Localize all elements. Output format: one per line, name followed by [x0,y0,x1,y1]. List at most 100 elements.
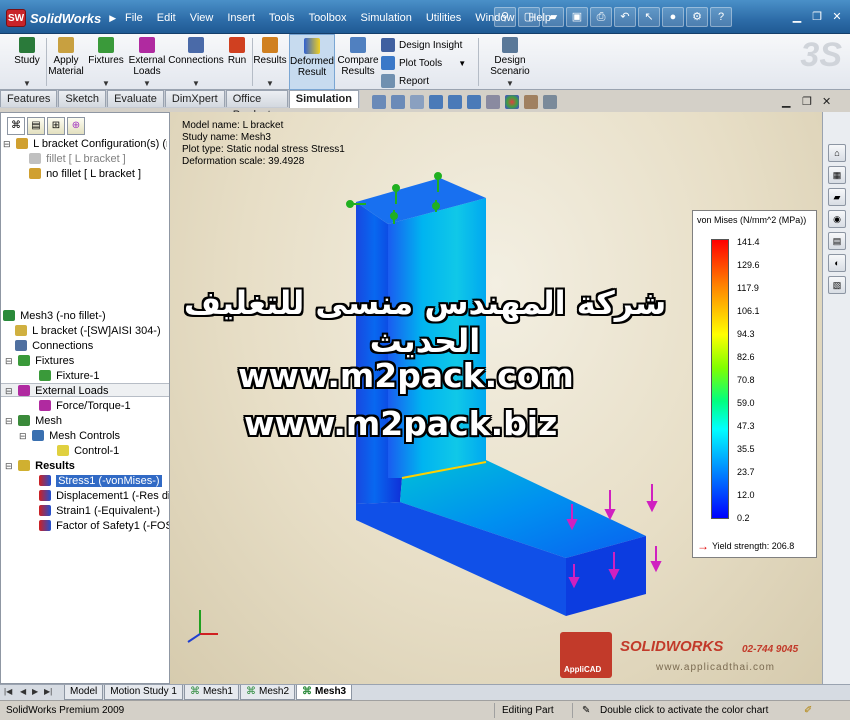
collapse-icon[interactable]: ⊟ [3,137,13,152]
tab-evaluate[interactable]: Evaluate [107,90,164,107]
force-1-node[interactable]: Force/Torque-1 [3,399,169,414]
menu-utilities[interactable]: Utilities [419,12,468,24]
color-chart-legend[interactable]: von Mises (N/mm^2 (MPa)) 141.4 129.6 117… [692,210,817,558]
property-manager-tab-icon[interactable]: ▤ [27,117,45,135]
apply-material-button[interactable]: Apply Material [48,34,84,90]
results-button[interactable]: Results ▼ [253,34,287,90]
fixtures-button[interactable]: Fixtures ▼ [88,34,124,90]
viewport-restore-icon[interactable]: ❐ [802,96,814,108]
collapse-icon[interactable]: ⊟ [5,459,15,474]
apply-scene-icon[interactable] [524,95,538,109]
external-loads-node[interactable]: ⊟ External Loads [3,384,169,399]
open-folder-icon[interactable]: ▰ [542,7,564,27]
view-settings-icon[interactable] [543,95,557,109]
deformed-result-button[interactable]: Deformed Result [289,34,335,90]
restore-icon[interactable]: ❐ [810,10,824,24]
collapse-icon[interactable]: ⊟ [5,414,15,429]
zoom-area-icon[interactable] [391,95,405,109]
tab-mesh1[interactable]: ⌘ Mesh1 [183,685,239,700]
control-1-node[interactable]: Control-1 [3,444,169,459]
design-scenario-button[interactable]: Design Scenario ▼ [484,34,536,90]
tab-model[interactable]: Model [64,685,104,700]
collapse-icon[interactable]: ⊟ [5,354,15,369]
mesh-controls-node[interactable]: ⊟ Mesh Controls [3,429,169,444]
menu-tools[interactable]: Tools [262,12,302,24]
menu-insert[interactable]: Insert [220,12,262,24]
menu-view[interactable]: View [183,12,221,24]
appearances-icon[interactable]: ◐ [828,254,846,272]
pin-icon[interactable]: ⚲ [494,7,516,27]
results-node[interactable]: ⊟ Results [3,459,169,474]
fixtures-dropdown-icon[interactable]: ▼ [102,79,110,88]
menu-edit[interactable]: Edit [150,12,183,24]
tab-simulation[interactable]: Simulation [288,90,359,108]
tab-mesh2[interactable]: ⌘ Mesh2 [239,685,295,700]
app-logo[interactable]: SW SolidWorks ▶ [6,8,116,28]
tab-motion-study-1[interactable]: Motion Study 1 [104,685,183,700]
design-insight-button[interactable]: Design Insight [381,38,462,52]
close-icon[interactable]: ✕ [830,10,844,24]
study-dropdown-icon[interactable]: ▼ [23,79,31,88]
tab-sketch[interactable]: Sketch [58,90,107,107]
help-icon[interactable]: ? [710,7,732,27]
menu-toolbox[interactable]: Toolbox [302,12,354,24]
last-tab-icon[interactable]: ▶| [44,687,52,696]
config-root[interactable]: ⊟ L bracket Configuration(s) (r [3,137,167,152]
design-library-icon[interactable]: ▦ [828,166,846,184]
viewport-close-icon[interactable]: ✕ [822,96,834,108]
menu-file[interactable]: File [118,12,150,24]
view-palette-icon[interactable]: ▤ [828,232,846,250]
fixtures-node[interactable]: ⊟ Fixtures [3,354,169,369]
next-tab-icon[interactable]: ▶ [32,687,38,696]
connections-button[interactable]: Connections ▼ [168,34,224,90]
first-tab-icon[interactable]: |◀ [4,687,12,696]
edit-appearance-icon[interactable] [505,95,519,109]
stress-result-node[interactable]: Stress1 (-vonMises-) [3,474,169,489]
plot-tools-button[interactable]: Plot Tools ▼ [381,56,466,70]
design-scenario-dropdown-icon[interactable]: ▼ [506,79,514,88]
collapse-icon[interactable]: ⊟ [19,429,29,444]
save-icon[interactable]: ▣ [566,7,588,27]
configuration-manager-tab-icon[interactable]: ⊞ [47,117,65,135]
run-button[interactable]: Run [224,34,250,90]
undo-icon[interactable]: ↶ [614,7,636,27]
section-view-icon[interactable] [429,95,443,109]
previous-view-icon[interactable] [410,95,424,109]
study-node[interactable]: Mesh3 (-no fillet-) [3,309,169,324]
dimxpert-tab-icon[interactable]: ⊕ [67,117,85,135]
mesh-node[interactable]: ⊟ Mesh [3,414,169,429]
viewport-minimize-icon[interactable]: ▁ [782,96,794,108]
external-loads-button[interactable]: External Loads ▼ [128,34,166,90]
study-button[interactable]: Study ▼ [10,34,44,90]
report-button[interactable]: Report [381,74,429,88]
tab-office-products[interactable]: Office Products [225,90,288,121]
tab-features[interactable]: Features [0,90,58,107]
fixture-1-node[interactable]: Fixture-1 [3,369,169,384]
search-icon[interactable]: ◉ [828,210,846,228]
plot-tools-dropdown-icon[interactable]: ▼ [458,59,466,68]
status-note-icon[interactable]: ✐ [804,705,812,716]
minimize-icon[interactable]: ▁ [790,10,804,24]
view-orientation-icon[interactable] [448,95,462,109]
connections-node[interactable]: Connections [3,339,169,354]
graphics-area[interactable]: Model name: L bracket Study name: Mesh3 … [170,112,822,684]
hide-show-items-icon[interactable] [486,95,500,109]
part-node[interactable]: L bracket (-[SW]AISI 304-) [3,324,169,339]
strain-result-node[interactable]: Strain1 (-Equivalent-) [3,504,169,519]
connections-dropdown-icon[interactable]: ▼ [192,79,200,88]
config-item[interactable]: fillet [ L bracket ] [3,152,167,167]
options-gear-icon[interactable]: ⚙ [686,7,708,27]
displacement-result-node[interactable]: Displacement1 (-Res disp- [3,489,169,504]
fos-result-node[interactable]: Factor of Safety1 (-FOS-) [3,519,169,534]
select-cursor-icon[interactable]: ↖ [638,7,660,27]
file-explorer-icon[interactable]: ▰ [828,188,846,206]
print-icon[interactable]: ⎙ [590,7,612,27]
compare-results-button[interactable]: Compare Results [337,34,379,90]
external-loads-dropdown-icon[interactable]: ▼ [143,79,151,88]
rebuild-traffic-light-icon[interactable]: ● [662,7,684,27]
results-dropdown-icon[interactable]: ▼ [266,79,274,88]
tab-dimxpert[interactable]: DimXpert [164,90,225,107]
display-style-icon[interactable] [467,95,481,109]
solidworks-resources-icon[interactable]: ⌂ [828,144,846,162]
config-item[interactable]: no fillet [ L bracket ] [3,167,167,182]
